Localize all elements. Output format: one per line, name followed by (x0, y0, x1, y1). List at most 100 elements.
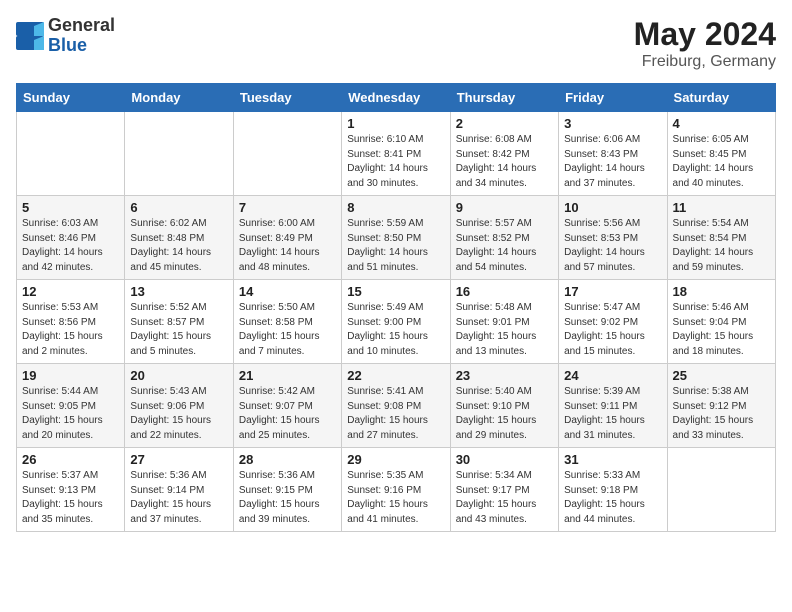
day-info-29: Sunrise: 5:35 AM Sunset: 9:16 PM Dayligh… (347, 469, 444, 527)
day-number-19: 19 (22, 368, 119, 383)
calendar-cell-4-0: 26 Sunrise: 5:37 AM Sunset: 9:13 PM Dayli… (17, 448, 125, 532)
day-number-11: 11 (673, 200, 770, 215)
day-info-25: Sunrise: 5:38 AM Sunset: 9:12 PM Dayligh… (673, 385, 770, 443)
calendar-cell-1-6: 11 Sunrise: 5:54 AM Sunset: 8:54 PM Dayli… (667, 196, 775, 280)
day-info-26: Sunrise: 5:37 AM Sunset: 9:13 PM Dayligh… (22, 469, 119, 527)
day-number-2: 2 (456, 116, 553, 131)
day-info-8: Sunrise: 5:59 AM Sunset: 8:50 PM Dayligh… (347, 217, 444, 275)
day-number-23: 23 (456, 368, 553, 383)
day-info-5: Sunrise: 6:03 AM Sunset: 8:46 PM Dayligh… (22, 217, 119, 275)
month-title: May 2024 (634, 16, 776, 53)
location-title: Freiburg, Germany (634, 53, 776, 71)
calendar-cell-2-4: 16 Sunrise: 5:48 AM Sunset: 9:01 PM Dayli… (450, 280, 558, 364)
day-info-22: Sunrise: 5:41 AM Sunset: 9:08 PM Dayligh… (347, 385, 444, 443)
calendar-cell-3-6: 25 Sunrise: 5:38 AM Sunset: 9:12 PM Dayli… (667, 364, 775, 448)
weekday-header-row: Sunday Monday Tuesday Wednesday Thursday… (17, 84, 776, 112)
header-thursday: Thursday (450, 84, 558, 112)
calendar-cell-1-3: 8 Sunrise: 5:59 AM Sunset: 8:50 PM Daylig… (342, 196, 450, 280)
week-row-4: 26 Sunrise: 5:37 AM Sunset: 9:13 PM Dayli… (17, 448, 776, 532)
day-number-4: 4 (673, 116, 770, 131)
day-number-18: 18 (673, 284, 770, 299)
calendar-table: Sunday Monday Tuesday Wednesday Thursday… (16, 83, 776, 532)
logo-text: General Blue (48, 16, 115, 56)
day-info-19: Sunrise: 5:44 AM Sunset: 9:05 PM Dayligh… (22, 385, 119, 443)
calendar-cell-0-4: 2Sunrise: 6:08 AM Sunset: 8:42 PM Daylig… (450, 112, 558, 196)
week-row-3: 19 Sunrise: 5:44 AM Sunset: 9:05 PM Dayli… (17, 364, 776, 448)
day-info-23: Sunrise: 5:40 AM Sunset: 9:10 PM Dayligh… (456, 385, 553, 443)
day-number-3: 3 (564, 116, 661, 131)
header-tuesday: Tuesday (233, 84, 341, 112)
day-info-4: Sunrise: 6:05 AM Sunset: 8:45 PM Dayligh… (673, 133, 770, 191)
calendar-cell-3-0: 19 Sunrise: 5:44 AM Sunset: 9:05 PM Dayli… (17, 364, 125, 448)
day-number-21: 21 (239, 368, 336, 383)
header-sunday: Sunday (17, 84, 125, 112)
calendar-cell-4-5: 31 Sunrise: 5:33 AM Sunset: 9:18 PM Dayli… (559, 448, 667, 532)
day-number-22: 22 (347, 368, 444, 383)
day-number-16: 16 (456, 284, 553, 299)
calendar-cell-0-1 (125, 112, 233, 196)
calendar-cell-0-2 (233, 112, 341, 196)
day-info-21: Sunrise: 5:42 AM Sunset: 9:07 PM Dayligh… (239, 385, 336, 443)
calendar-cell-1-4: 9 Sunrise: 5:57 AM Sunset: 8:52 PM Daylig… (450, 196, 558, 280)
day-number-8: 8 (347, 200, 444, 215)
day-info-14: Sunrise: 5:50 AM Sunset: 8:58 PM Dayligh… (239, 301, 336, 359)
calendar-cell-4-6 (667, 448, 775, 532)
calendar-cell-2-1: 13 Sunrise: 5:52 AM Sunset: 8:57 PM Dayli… (125, 280, 233, 364)
day-number-9: 9 (456, 200, 553, 215)
calendar-cell-2-6: 18 Sunrise: 5:46 AM Sunset: 9:04 PM Dayli… (667, 280, 775, 364)
day-number-28: 28 (239, 452, 336, 467)
calendar-cell-1-1: 6 Sunrise: 6:02 AM Sunset: 8:48 PM Daylig… (125, 196, 233, 280)
calendar-cell-4-2: 28Sunrise: 5:36 AM Sunset: 9:15 PM Dayli… (233, 448, 341, 532)
calendar-cell-4-4: 30Sunrise: 5:34 AM Sunset: 9:17 PM Dayli… (450, 448, 558, 532)
day-info-20: Sunrise: 5:43 AM Sunset: 9:06 PM Dayligh… (130, 385, 227, 443)
day-number-6: 6 (130, 200, 227, 215)
calendar-cell-1-0: 5 Sunrise: 6:03 AM Sunset: 8:46 PM Daylig… (17, 196, 125, 280)
calendar-cell-3-2: 21 Sunrise: 5:42 AM Sunset: 9:07 PM Dayli… (233, 364, 341, 448)
logo: General Blue (16, 16, 115, 56)
calendar-cell-2-3: 15 Sunrise: 5:49 AM Sunset: 9:00 PM Dayli… (342, 280, 450, 364)
header-saturday: Saturday (667, 84, 775, 112)
calendar-cell-2-0: 12Sunrise: 5:53 AM Sunset: 8:56 PM Dayli… (17, 280, 125, 364)
calendar-cell-4-1: 27Sunrise: 5:36 AM Sunset: 9:14 PM Dayli… (125, 448, 233, 532)
day-info-10: Sunrise: 5:56 AM Sunset: 8:53 PM Dayligh… (564, 217, 661, 275)
day-number-31: 31 (564, 452, 661, 467)
calendar-cell-1-5: 10 Sunrise: 5:56 AM Sunset: 8:53 PM Dayli… (559, 196, 667, 280)
title-area: May 2024 Freiburg, Germany (634, 16, 776, 71)
calendar-cell-0-3: 1Sunrise: 6:10 AM Sunset: 8:41 PM Daylig… (342, 112, 450, 196)
day-info-18: Sunrise: 5:46 AM Sunset: 9:04 PM Dayligh… (673, 301, 770, 359)
day-number-1: 1 (347, 116, 444, 131)
day-info-15: Sunrise: 5:49 AM Sunset: 9:00 PM Dayligh… (347, 301, 444, 359)
header-monday: Monday (125, 84, 233, 112)
calendar-cell-3-1: 20Sunrise: 5:43 AM Sunset: 9:06 PM Dayli… (125, 364, 233, 448)
day-number-26: 26 (22, 452, 119, 467)
page-header: General Blue May 2024 Freiburg, Germany (16, 16, 776, 71)
day-number-17: 17 (564, 284, 661, 299)
day-info-7: Sunrise: 6:00 AM Sunset: 8:49 PM Dayligh… (239, 217, 336, 275)
day-number-15: 15 (347, 284, 444, 299)
calendar-cell-3-4: 23 Sunrise: 5:40 AM Sunset: 9:10 PM Dayli… (450, 364, 558, 448)
day-info-17: Sunrise: 5:47 AM Sunset: 9:02 PM Dayligh… (564, 301, 661, 359)
calendar-cell-3-3: 22 Sunrise: 5:41 AM Sunset: 9:08 PM Dayli… (342, 364, 450, 448)
week-row-2: 12Sunrise: 5:53 AM Sunset: 8:56 PM Dayli… (17, 280, 776, 364)
day-number-30: 30 (456, 452, 553, 467)
day-number-5: 5 (22, 200, 119, 215)
week-row-0: 1Sunrise: 6:10 AM Sunset: 8:41 PM Daylig… (17, 112, 776, 196)
week-row-1: 5 Sunrise: 6:03 AM Sunset: 8:46 PM Daylig… (17, 196, 776, 280)
day-info-31: Sunrise: 5:33 AM Sunset: 9:18 PM Dayligh… (564, 469, 661, 527)
calendar-cell-0-0 (17, 112, 125, 196)
calendar-cell-1-2: 7Sunrise: 6:00 AM Sunset: 8:49 PM Daylig… (233, 196, 341, 280)
day-info-16: Sunrise: 5:48 AM Sunset: 9:01 PM Dayligh… (456, 301, 553, 359)
day-info-6: Sunrise: 6:02 AM Sunset: 8:48 PM Dayligh… (130, 217, 227, 275)
day-number-10: 10 (564, 200, 661, 215)
day-number-25: 25 (673, 368, 770, 383)
day-info-11: Sunrise: 5:54 AM Sunset: 8:54 PM Dayligh… (673, 217, 770, 275)
day-number-24: 24 (564, 368, 661, 383)
day-number-29: 29 (347, 452, 444, 467)
day-number-27: 27 (130, 452, 227, 467)
calendar-cell-4-3: 29 Sunrise: 5:35 AM Sunset: 9:16 PM Dayli… (342, 448, 450, 532)
header-wednesday: Wednesday (342, 84, 450, 112)
calendar-cell-0-5: 3Sunrise: 6:06 AM Sunset: 8:43 PM Daylig… (559, 112, 667, 196)
day-info-13: Sunrise: 5:52 AM Sunset: 8:57 PM Dayligh… (130, 301, 227, 359)
day-info-9: Sunrise: 5:57 AM Sunset: 8:52 PM Dayligh… (456, 217, 553, 275)
day-number-13: 13 (130, 284, 227, 299)
